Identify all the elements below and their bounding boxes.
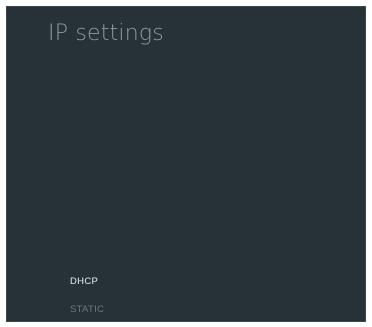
- ip-settings-screen: IP settings DHCP STATIC: [6, 6, 366, 322]
- option-static[interactable]: STATIC: [70, 303, 104, 316]
- ip-mode-options: DHCP STATIC: [70, 275, 104, 321]
- page-title: IP settings: [48, 21, 164, 46]
- option-dhcp[interactable]: DHCP: [70, 275, 104, 288]
